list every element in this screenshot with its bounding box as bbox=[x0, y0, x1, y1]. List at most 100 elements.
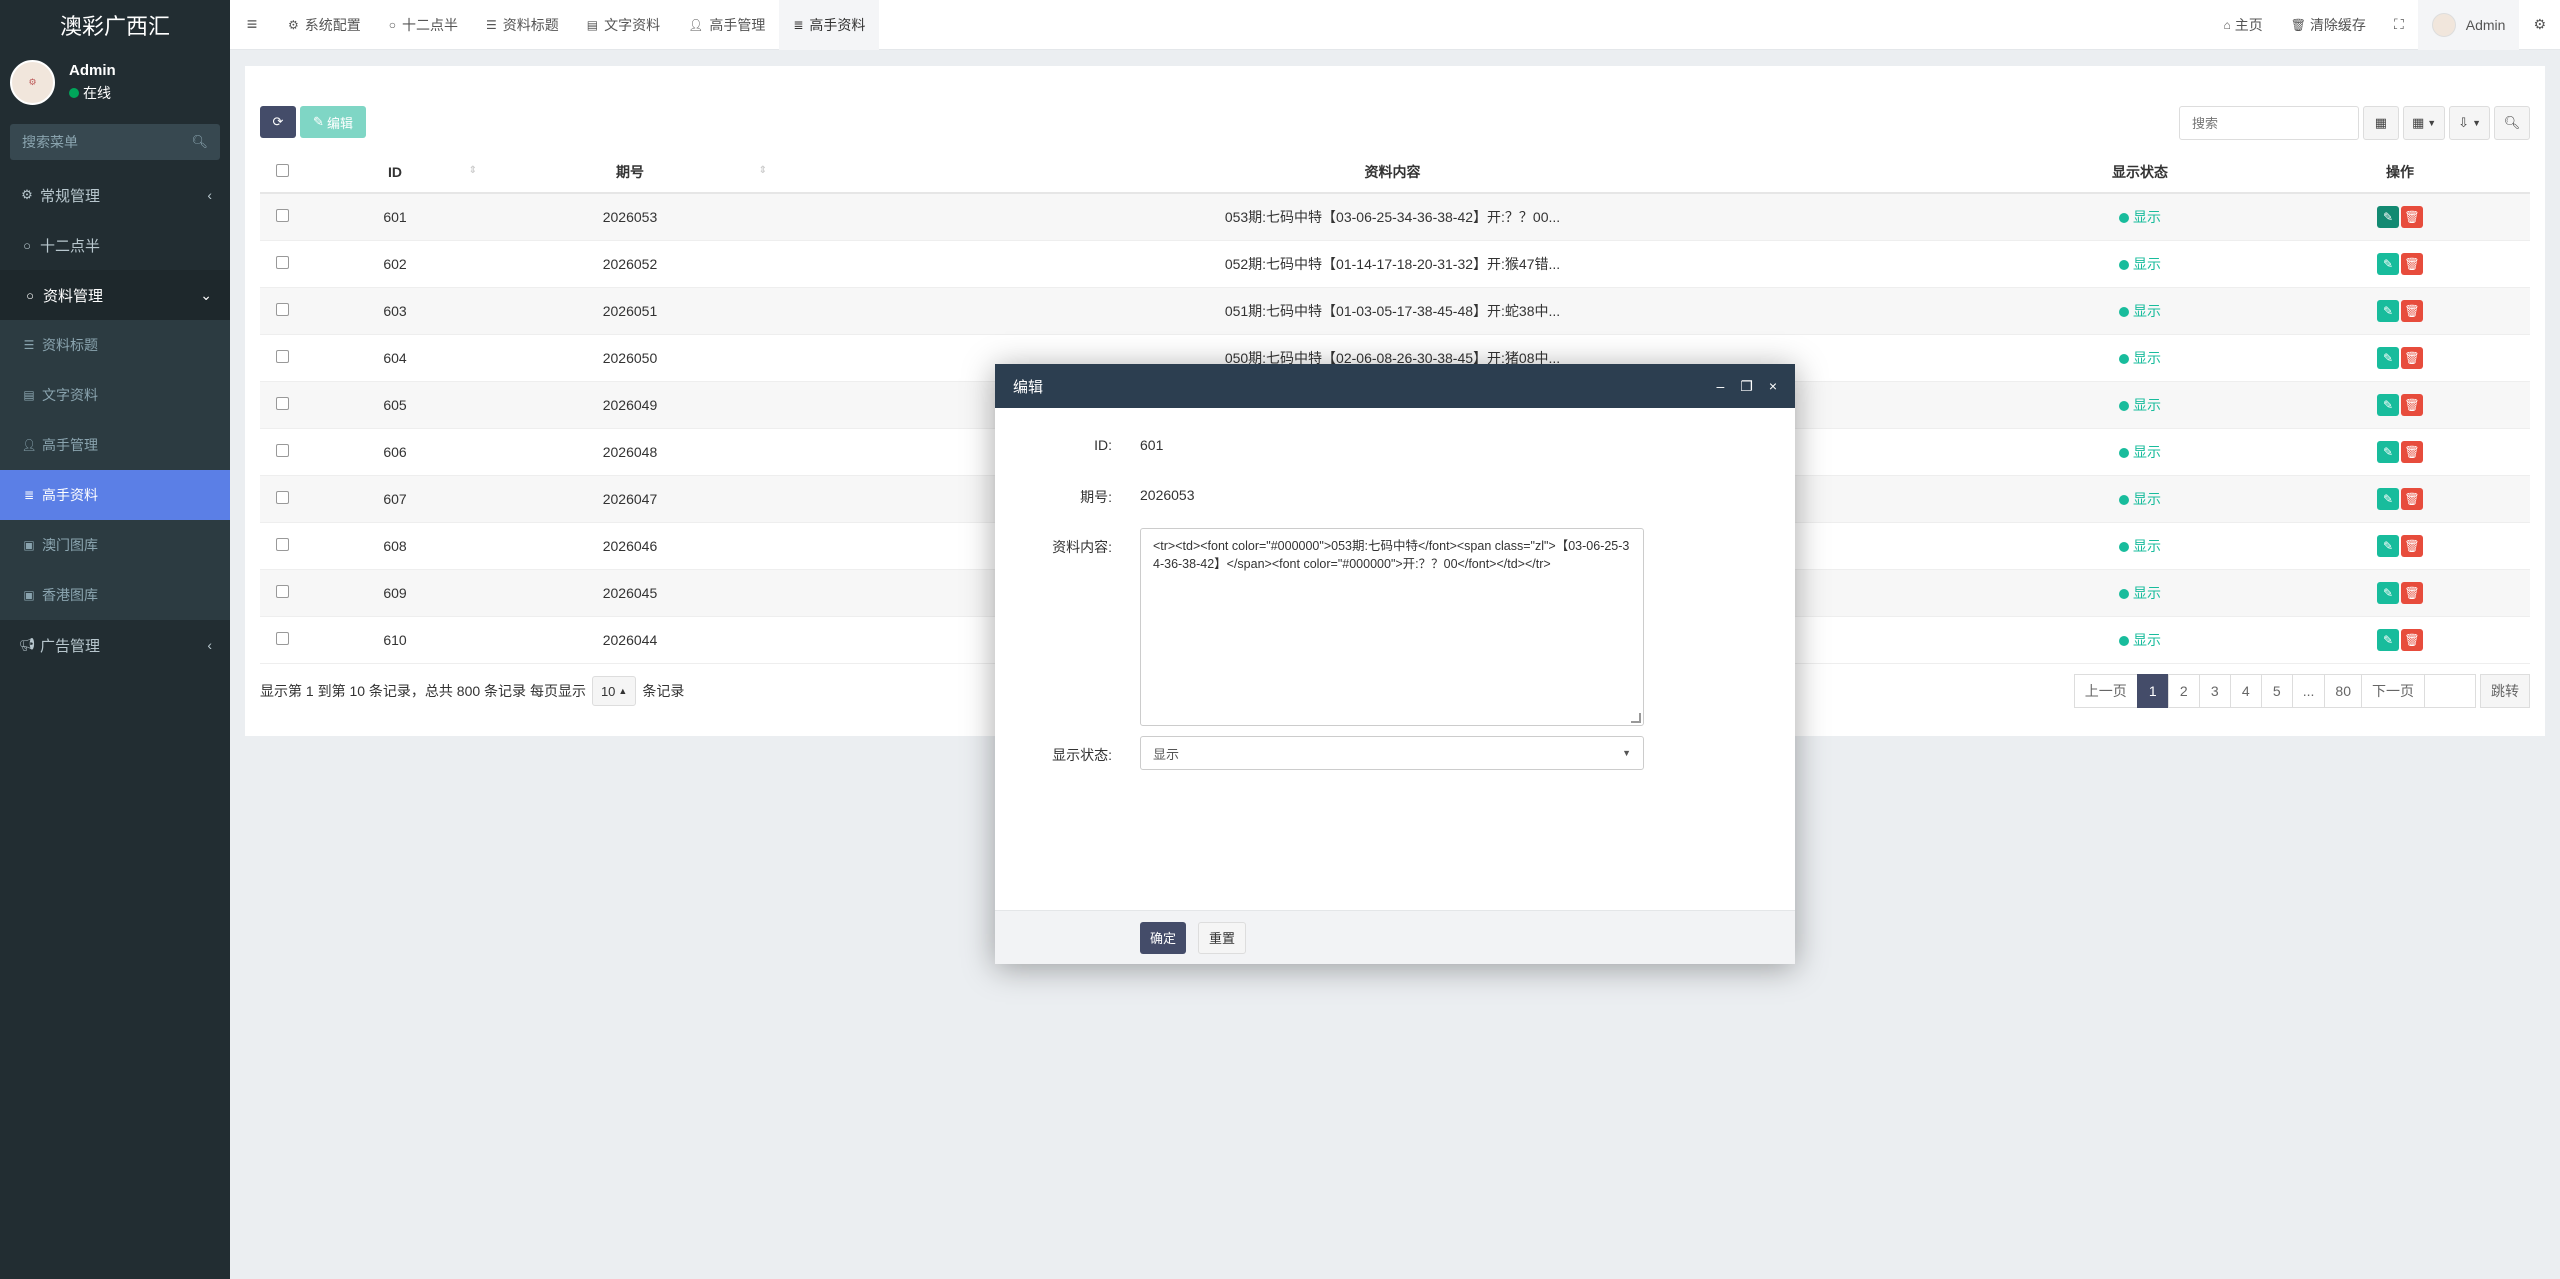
user-menu[interactable]: Admin bbox=[2417, 0, 2520, 50]
minimize-icon[interactable]: – bbox=[1716, 378, 1724, 395]
row-delete-button[interactable]: 🗑︎ bbox=[2401, 440, 2423, 463]
label-issue: 期号: bbox=[1080, 489, 1112, 505]
column-header-issue[interactable]: 期号 ⇕ bbox=[485, 151, 775, 194]
row-delete-button[interactable]: 🗑︎ bbox=[2401, 346, 2423, 369]
tab-expert-data[interactable]: ≣ 高手资料 bbox=[779, 0, 880, 50]
page-jump-input[interactable] bbox=[2424, 674, 2476, 708]
sidebar-item-text-data[interactable]: ▤ 文字资料 bbox=[0, 370, 230, 420]
page-button-4[interactable]: 4 bbox=[2229, 674, 2262, 708]
tab-text-data[interactable]: ▤ 文字资料 bbox=[573, 0, 674, 50]
cell-issue: 2026052 bbox=[485, 240, 775, 288]
sidebar-item-general[interactable]: ⚙ 常规管理 ‹ bbox=[0, 170, 230, 220]
status-select[interactable]: 显示 ▼ bbox=[1140, 736, 1644, 770]
row-delete-button[interactable]: 🗑︎ bbox=[2401, 205, 2423, 228]
sidebar-item-macau-gallery[interactable]: ▣ 澳门图库 bbox=[0, 520, 230, 570]
table-search-input[interactable] bbox=[2178, 106, 2359, 140]
fullscreen-icon[interactable]: ⛶ bbox=[2380, 0, 2418, 50]
prev-page-button[interactable]: 上一页 bbox=[2073, 674, 2138, 708]
refresh-button[interactable]: ⟳ bbox=[260, 106, 296, 138]
column-header-content: 资料内容 bbox=[775, 151, 2010, 194]
row-edit-button[interactable]: ✎ bbox=[2377, 440, 2399, 463]
row-delete-button[interactable]: 🗑︎ bbox=[2401, 487, 2423, 510]
table-row[interactable]: 601 2026053 053期:七码中特【03-06-25-34-36-38-42… bbox=[260, 193, 2530, 241]
row-delete-button[interactable]: 🗑︎ bbox=[2401, 628, 2423, 651]
resize-handle-icon[interactable] bbox=[1631, 713, 1641, 723]
row-checkbox[interactable] bbox=[276, 584, 289, 598]
columns-dropdown[interactable]: ▦ ▼ bbox=[2402, 106, 2446, 140]
tab-data-title[interactable]: ☰ 资料标题 bbox=[472, 0, 573, 50]
page-button-5[interactable]: 5 bbox=[2260, 674, 2293, 708]
status-badge: 显示 bbox=[2119, 209, 2161, 225]
tab-expert-management[interactable]: 👤︎ 高手管理 bbox=[674, 0, 779, 50]
row-checkbox[interactable] bbox=[276, 631, 289, 645]
row-delete-button[interactable]: 🗑︎ bbox=[2401, 581, 2423, 604]
chevron-left-icon: ‹ bbox=[207, 187, 212, 203]
row-checkbox[interactable] bbox=[276, 255, 289, 269]
reset-button[interactable]: 重置 bbox=[1198, 921, 1247, 954]
sidebar-item-data-title[interactable]: ☰ 资料标题 bbox=[0, 320, 230, 370]
clear-cache-button[interactable]: 🗑︎ 清除缓存 bbox=[2277, 0, 2380, 50]
database-icon: ≣ bbox=[793, 17, 804, 32]
row-edit-button[interactable]: ✎ bbox=[2377, 299, 2399, 322]
row-edit-button[interactable]: ✎ bbox=[2377, 581, 2399, 604]
sidebar-item-twelve-half[interactable]: ○ 十二点半 bbox=[0, 220, 230, 270]
sidebar-item-data-management[interactable]: ○ 资料管理 ⌄ bbox=[0, 270, 230, 320]
row-checkbox[interactable] bbox=[276, 537, 289, 551]
table-row[interactable]: 603 2026051 051期:七码中特【01-03-05-17-38-45-48… bbox=[260, 287, 2530, 335]
row-edit-button[interactable]: ✎ bbox=[2377, 205, 2399, 228]
page-button-80[interactable]: 80 bbox=[2324, 674, 2362, 708]
row-checkbox[interactable] bbox=[276, 302, 289, 316]
tab-twelve-half[interactable]: ○ 十二点半 bbox=[375, 0, 472, 50]
sidebar-item-expert-data[interactable]: ≣ 高手资料 bbox=[0, 470, 230, 520]
row-checkbox[interactable] bbox=[276, 208, 289, 222]
content-textarea[interactable]: <tr><td><font color="#000000">053期:七码中特<… bbox=[1140, 528, 1644, 726]
search-icon[interactable]: 🔍︎ bbox=[191, 134, 208, 150]
brand-logo[interactable]: 澳彩广西汇 bbox=[0, 0, 230, 50]
page-size-dropdown[interactable]: 10 ▲ bbox=[591, 676, 637, 706]
row-edit-button[interactable]: ✎ bbox=[2377, 534, 2399, 557]
row-checkbox-cell bbox=[260, 381, 305, 429]
cell-id: 605 bbox=[305, 381, 485, 429]
row-checkbox[interactable] bbox=[276, 490, 289, 504]
settings-icon[interactable]: ⚙ bbox=[2519, 0, 2560, 50]
sidebar-item-ads[interactable]: 📢︎ 广告管理 ‹ bbox=[0, 620, 230, 670]
row-edit-button[interactable]: ✎ bbox=[2377, 393, 2399, 416]
row-delete-button[interactable]: 🗑︎ bbox=[2401, 299, 2423, 322]
toggle-view-icon[interactable]: ▦ bbox=[2362, 106, 2399, 140]
sidebar-item-hongkong-gallery[interactable]: ▣ 香港图库 bbox=[0, 570, 230, 620]
confirm-button[interactable]: 确定 bbox=[1140, 921, 1187, 954]
row-delete-button[interactable]: 🗑︎ bbox=[2401, 252, 2423, 275]
maximize-icon[interactable]: ❐ bbox=[1740, 378, 1753, 395]
row-checkbox[interactable] bbox=[276, 349, 289, 363]
dialog-header[interactable]: 编辑 – ❐ × bbox=[995, 364, 1795, 408]
pencil-icon: ✎ bbox=[2382, 397, 2394, 412]
cell-id: 607 bbox=[305, 475, 485, 523]
page-button-2[interactable]: 2 bbox=[2167, 674, 2200, 708]
row-checkbox[interactable] bbox=[276, 396, 289, 410]
export-dropdown[interactable]: ⇩ ▼ bbox=[2449, 106, 2490, 140]
sidebar-search-input[interactable] bbox=[22, 134, 182, 150]
close-icon[interactable]: × bbox=[1769, 378, 1777, 395]
row-checkbox[interactable] bbox=[276, 443, 289, 457]
row-delete-button[interactable]: 🗑︎ bbox=[2401, 534, 2423, 557]
row-delete-button[interactable]: 🗑︎ bbox=[2401, 393, 2423, 416]
sidebar-item-expert-management[interactable]: 👤︎ 高手管理 bbox=[0, 420, 230, 470]
column-header-id[interactable]: ID ⇕ bbox=[305, 151, 485, 194]
tab-system-config[interactable]: ⚙ 系统配置 bbox=[274, 0, 375, 50]
row-edit-button[interactable]: ✎ bbox=[2377, 252, 2399, 275]
row-edit-button[interactable]: ✎ bbox=[2377, 346, 2399, 369]
row-edit-button[interactable]: ✎ bbox=[2377, 487, 2399, 510]
page-jump-button[interactable]: 跳转 bbox=[2480, 674, 2530, 708]
next-page-button[interactable]: 下一页 bbox=[2361, 674, 2425, 708]
advanced-search-icon[interactable]: 🔍︎ bbox=[2494, 106, 2530, 140]
home-link[interactable]: ⌂ 主页 bbox=[2209, 0, 2276, 50]
table-row[interactable]: 602 2026052 052期:七码中特【01-14-17-18-20-31-32… bbox=[260, 240, 2530, 288]
select-all-checkbox[interactable] bbox=[276, 163, 289, 177]
row-edit-button[interactable]: ✎ bbox=[2377, 628, 2399, 651]
page-button-1[interactable]: 1 bbox=[2136, 674, 2169, 708]
menu-toggle-icon[interactable]: ≡ bbox=[230, 14, 274, 35]
page-button-3[interactable]: 3 bbox=[2198, 674, 2231, 708]
cell-id: 603 bbox=[305, 287, 485, 335]
edit-button[interactable]: ✎ 编辑 bbox=[300, 106, 366, 138]
gears-icon: ⚙ bbox=[21, 187, 33, 202]
